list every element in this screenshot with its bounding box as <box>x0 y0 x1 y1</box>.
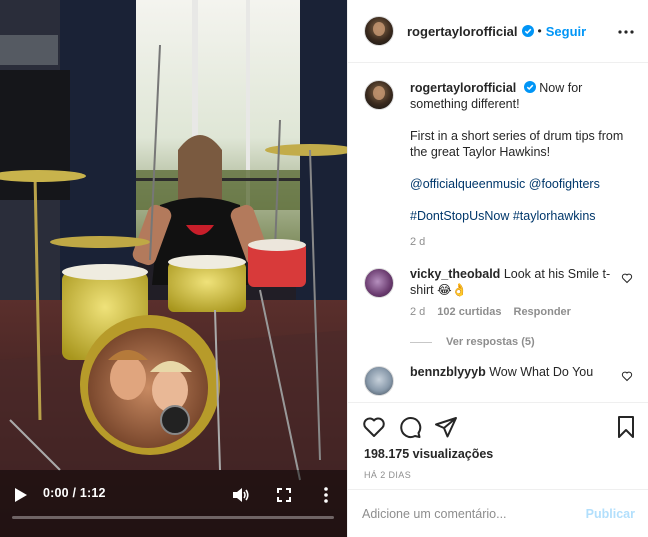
video-player[interactable]: 0:00 / 1:12 <box>0 0 347 537</box>
caption-hashtags: #DontStopUsNow #taylorhawkins <box>410 208 633 224</box>
video-options-button[interactable] <box>315 484 337 506</box>
like-comment-button[interactable] <box>621 272 633 284</box>
time-display: 0:00 / 1:12 <box>43 486 106 500</box>
hashtag-link[interactable]: #DontStopUsNow <box>410 209 509 223</box>
comment-icon[interactable] <box>398 415 422 439</box>
caption-age: 2 d <box>410 236 426 248</box>
post-caption: rogertaylorofficial Now for something di… <box>364 80 633 250</box>
comment-username[interactable]: bennzblyyyb <box>410 365 486 379</box>
comment-age: 2 d <box>410 306 426 318</box>
view-count[interactable]: 198.175 visualizações <box>364 447 493 461</box>
avatar[interactable] <box>364 80 394 110</box>
avatar[interactable] <box>364 268 394 298</box>
volume-button[interactable] <box>230 484 252 506</box>
fullscreen-icon <box>277 488 291 502</box>
post-date: HÁ 2 DIAS <box>364 470 412 480</box>
verified-icon <box>523 81 536 93</box>
video-progress-bar[interactable] <box>12 516 334 519</box>
more-vertical-icon <box>324 487 328 503</box>
comment-likes[interactable]: 102 curtidas <box>437 306 501 318</box>
view-replies-label: Ver respostas (5) <box>446 336 535 348</box>
post-actions: 198.175 visualizações HÁ 2 DIAS <box>348 402 648 489</box>
play-icon <box>15 488 27 502</box>
avatar[interactable] <box>364 366 394 396</box>
mention-link[interactable]: @officialqueenmusic <box>410 177 525 191</box>
comment-item: vicky_theobald Look at his Smile t-shirt… <box>364 266 633 318</box>
follow-button[interactable]: Seguir <box>546 24 586 39</box>
replies-divider <box>410 341 432 343</box>
post-header: rogertaylorofficial • Seguir <box>348 0 648 63</box>
like-comment-button[interactable] <box>621 370 633 382</box>
comment-input[interactable] <box>362 502 572 526</box>
comment-item: bennzblyyyb Wow What Do You <box>364 364 633 396</box>
bookmark-icon[interactable] <box>614 415 638 439</box>
header-separator: • <box>537 24 542 38</box>
caption-username[interactable]: rogertaylorofficial <box>410 81 516 95</box>
play-button[interactable] <box>10 484 32 506</box>
reply-button[interactable]: Responder <box>514 306 571 318</box>
mention-link[interactable]: @foofighters <box>529 177 600 191</box>
header-username[interactable]: rogertaylorofficial <box>407 24 518 39</box>
publish-button[interactable]: Publicar <box>586 507 635 521</box>
comment-meta: 2 d 102 curtidas Responder <box>410 306 633 318</box>
verified-icon <box>521 25 534 37</box>
comment-text: Wow What Do You <box>489 365 594 379</box>
heart-icon[interactable] <box>362 415 386 439</box>
avatar[interactable] <box>364 16 394 46</box>
share-icon[interactable] <box>434 415 458 439</box>
hashtag-link[interactable]: #taylorhawkins <box>513 209 596 223</box>
comment-username[interactable]: vicky_theobald <box>410 267 500 281</box>
fullscreen-button[interactable] <box>273 484 295 506</box>
comments-list[interactable]: rogertaylorofficial Now for something di… <box>348 64 648 402</box>
caption-mentions: @officialqueenmusic @foofighters <box>410 176 633 192</box>
video-frame <box>0 0 347 537</box>
more-horizontal-icon <box>618 30 634 34</box>
comment-composer: Publicar <box>348 489 648 537</box>
post-side-panel: rogertaylorofficial • Seguir rogertaylor… <box>347 0 648 537</box>
volume-icon <box>233 488 249 502</box>
caption-line-2: First in a short series of drum tips fro… <box>410 129 624 159</box>
view-replies-button[interactable]: Ver respostas (5) <box>410 336 633 348</box>
post-options-button[interactable] <box>615 21 637 43</box>
